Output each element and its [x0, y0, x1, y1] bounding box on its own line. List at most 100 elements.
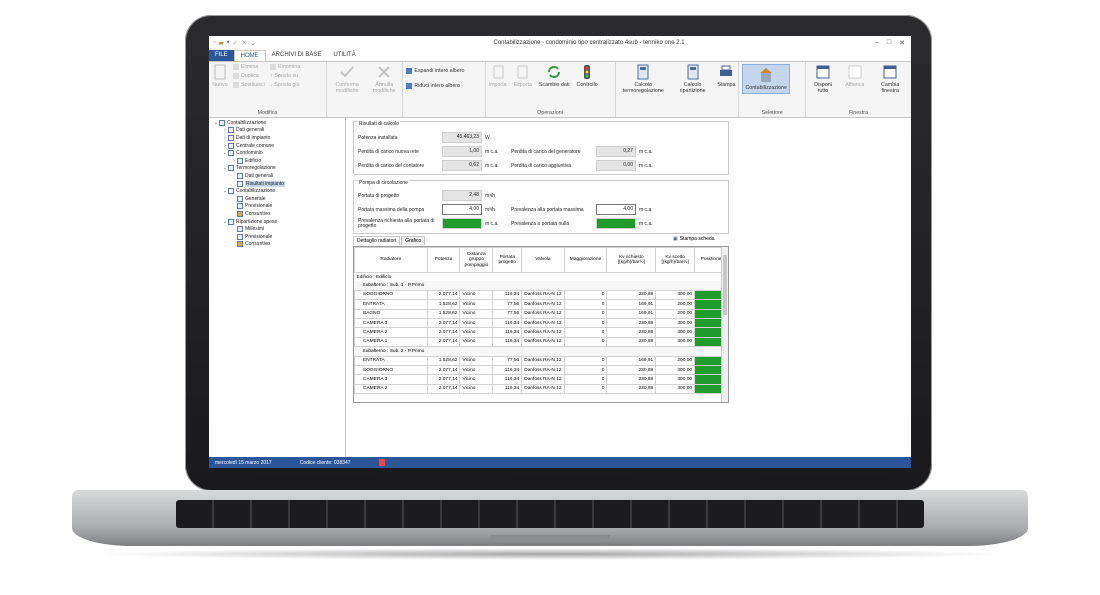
- table-cell[interactable]: 1.528,62: [426, 299, 461, 310]
- controllo-button[interactable]: Controllo: [577, 64, 598, 88]
- table-row[interactable]: BAGNO 1.528,62 Vicino 77,56 Danfoss RA-N 12 0…: [354, 308, 728, 319]
- sposta-su-button[interactable]: ↑ Sposta su: [270, 73, 300, 79]
- table-cell[interactable]: Vicino: [459, 374, 494, 385]
- table-cell[interactable]: Vicino: [459, 299, 494, 310]
- table-cell[interactable]: Vicino: [459, 308, 494, 319]
- table-cell[interactable]: 0: [563, 374, 608, 385]
- table-cell[interactable]: Danfoss RA-N 12: [521, 308, 565, 319]
- table-cell[interactable]: 1.528,62: [426, 355, 461, 366]
- table-cell[interactable]: 230,88: [606, 374, 657, 385]
- tab-utilita[interactable]: UTILITÀ: [327, 50, 361, 61]
- tree-node[interactable]: Consuntivo: [209, 210, 345, 218]
- esporta-button[interactable]: Esporta: [514, 64, 532, 88]
- tree-node[interactable]: Dati generali: [209, 172, 345, 180]
- column-header[interactable]: Portata progetto: [492, 247, 523, 273]
- table-cell[interactable]: CAMERA 3: [354, 317, 428, 329]
- grid-scrollbar[interactable]: [721, 247, 728, 402]
- column-header[interactable]: Kv richiesto [(kg/h)/bar½]: [606, 247, 657, 273]
- portata-max-input[interactable]: 4,00: [442, 204, 482, 215]
- table-row[interactable]: SOGGIORNO 2.077,14 Vicino 116,34 Danfoss RA-…: [354, 289, 728, 301]
- cambia-finestra-button[interactable]: Cambia finestra: [872, 64, 908, 94]
- tab-grafico[interactable]: Grafico: [401, 236, 426, 245]
- table-cell[interactable]: 0: [563, 355, 608, 366]
- table-cell[interactable]: 2.077,14: [426, 364, 461, 376]
- table-cell[interactable]: 2.077,14: [426, 289, 461, 301]
- table-cell[interactable]: Danfoss RA-N 12: [521, 383, 565, 395]
- table-cell[interactable]: 2.077,14: [426, 327, 461, 338]
- table-cell[interactable]: Danfoss RA-N 12: [521, 355, 565, 366]
- table-cell[interactable]: 0: [563, 327, 608, 338]
- table-cell[interactable]: CAMERA 2: [354, 327, 428, 338]
- table-cell[interactable]: CAMERA 3: [354, 374, 428, 385]
- table-cell[interactable]: 230,88: [606, 364, 657, 376]
- conferma-button[interactable]: Conferma modifiche: [330, 64, 364, 94]
- table-cell[interactable]: 1.528,62: [426, 308, 461, 319]
- table-cell[interactable]: Vicino: [459, 383, 494, 395]
- stampa-scheda-button[interactable]: ▣ Stampa scheda: [673, 236, 714, 242]
- table-cell[interactable]: Vicino: [459, 336, 494, 348]
- table-cell[interactable]: 0: [563, 308, 608, 319]
- tree-node[interactable]: ⌄ Contabilizzazione: [209, 119, 345, 127]
- tree-node[interactable]: ⌄ Ripartizione spese: [209, 218, 345, 226]
- new-file-icon[interactable]: ▫: [213, 39, 215, 47]
- table-cell[interactable]: 116,34: [492, 327, 523, 338]
- table-cell[interactable]: 116,34: [492, 317, 523, 329]
- espandi-button[interactable]: Espandi intero albero: [406, 68, 481, 74]
- column-header[interactable]: Valvola: [521, 247, 565, 273]
- table-cell[interactable]: 77,56: [492, 308, 523, 319]
- table-row[interactable]: CAMERA 3 2.077,14 Vicino 116,34 Danfoss RA-N…: [354, 374, 728, 385]
- table-cell[interactable]: Vicino: [459, 289, 494, 301]
- table-cell[interactable]: 230,88: [606, 327, 657, 338]
- table-cell[interactable]: 116,34: [492, 374, 523, 385]
- table-cell[interactable]: 2.077,14: [426, 374, 461, 385]
- tree-node[interactable]: Previsionale: [209, 203, 345, 211]
- table-cell[interactable]: ENTRATA: [354, 355, 428, 366]
- table-cell[interactable]: 2.077,14: [426, 383, 461, 395]
- confirm-icon[interactable]: ✓: [232, 39, 238, 47]
- nuovo-button[interactable]: Nuovo: [212, 64, 228, 88]
- table-cell[interactable]: 0: [563, 289, 608, 301]
- table-cell[interactable]: 116,34: [492, 336, 523, 348]
- tree-node[interactable]: ⌄ Condominio: [209, 149, 345, 157]
- table-cell[interactable]: Vicino: [459, 317, 494, 329]
- table-cell[interactable]: 169,91: [606, 308, 657, 319]
- table-cell[interactable]: SOGGIORNO: [354, 364, 428, 376]
- column-header[interactable]: Maggiorazione: [563, 247, 608, 273]
- tree-node[interactable]: › Dati generali: [209, 127, 345, 135]
- tree-node[interactable]: Millesimi: [209, 225, 345, 233]
- table-cell[interactable]: 200,00: [655, 299, 696, 310]
- duplica-button[interactable]: Duplica: [233, 73, 265, 79]
- table-cell[interactable]: 2.077,14: [426, 317, 461, 329]
- table-cell[interactable]: Vicino: [459, 355, 494, 366]
- table-row[interactable]: CAMERA 2 2.077,14 Vicino 116,34 Danfoss RA-N…: [354, 383, 728, 395]
- sposta-giu-button[interactable]: ↓ Sposta giù: [270, 82, 300, 88]
- tree-node[interactable]: › Edificio: [209, 157, 345, 165]
- table-row[interactable]: CAMERA 2 2.077,14 Vicino 116,34 Danfoss RA-N…: [354, 327, 728, 338]
- table-cell[interactable]: ENTRATA: [354, 299, 428, 310]
- table-row[interactable]: ENTRATA 1.528,62 Vicino 77,56 Danfoss RA-N 1…: [354, 355, 728, 366]
- elimina-button[interactable]: Elimina: [233, 64, 265, 70]
- table-cell[interactable]: 300,00: [655, 364, 696, 376]
- table-cell[interactable]: Danfoss RA-N 12: [521, 364, 565, 376]
- prev-max-input[interactable]: 4,00: [596, 204, 636, 215]
- column-header[interactable]: Distanza gruppo pompaggio: [459, 247, 494, 273]
- cancel-icon[interactable]: ✕: [241, 39, 247, 47]
- tab-dettaglio-radiatori[interactable]: Dettaglio radiatori: [353, 236, 401, 245]
- tree-node[interactable]: ⌄ Termoregolazione: [209, 165, 345, 173]
- table-cell[interactable]: SOGGIORNO: [354, 289, 428, 301]
- column-header[interactable]: Kv scelto [(kg/h)/bar½]: [655, 247, 696, 273]
- scrollbar-thumb[interactable]: [723, 255, 727, 315]
- calcolo-termoregolazione-button[interactable]: Calcolo termoregolazione: [619, 64, 669, 94]
- table-cell[interactable]: Danfoss RA-N 12: [521, 299, 565, 310]
- stampa-button[interactable]: Stampa: [717, 64, 735, 88]
- table-cell[interactable]: 230,88: [606, 383, 657, 395]
- affianca-button[interactable]: Affianca: [845, 64, 864, 88]
- table-cell[interactable]: 300,00: [655, 336, 696, 348]
- table-cell[interactable]: 77,56: [492, 355, 523, 366]
- table-cell[interactable]: Danfoss RA-N 12: [521, 327, 565, 338]
- tree-node[interactable]: ⌄ Contabilizzazione: [209, 187, 345, 195]
- table-cell[interactable]: CAMERA 1: [354, 336, 428, 348]
- table-cell[interactable]: BAGNO: [354, 308, 428, 319]
- table-cell[interactable]: 169,91: [606, 299, 657, 310]
- minimize-icon[interactable]: –: [875, 39, 879, 47]
